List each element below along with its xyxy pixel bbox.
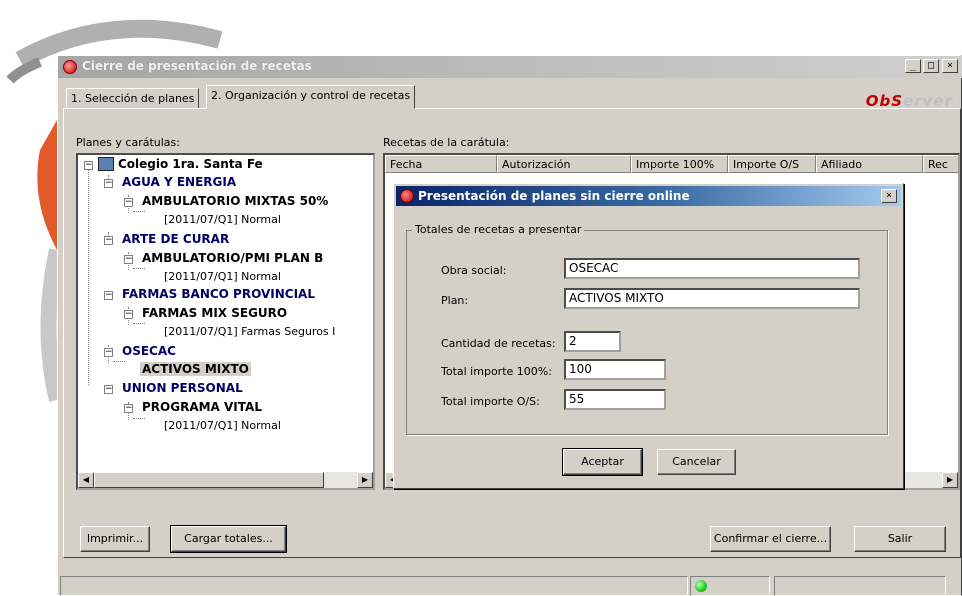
cancelar-button[interactable]: Cancelar	[657, 449, 736, 475]
salir-button[interactable]: Salir	[854, 526, 946, 552]
status-led-icon	[695, 580, 707, 592]
totalos-field[interactable]: 55	[564, 389, 666, 410]
tree-node-plan[interactable]: AMBULATORIO MIXTAS 50%	[142, 194, 328, 208]
computer-icon	[98, 157, 114, 171]
planes-label: Planes y carátulas:	[76, 136, 180, 149]
tree-node-obra-social[interactable]: FARMAS BANCO PROVINCIAL	[122, 287, 315, 301]
collapse-toggle[interactable]: −	[84, 161, 93, 170]
app-icon	[63, 60, 77, 74]
totalos-label: Total importe O/S:	[441, 395, 540, 408]
tree-node-plan[interactable]: FARMAS MIX SEGURO	[142, 306, 287, 320]
status-panel	[774, 576, 946, 596]
tree-node-plan-selected[interactable]: ACTIVOS MIXTO	[140, 362, 251, 376]
tree-node-caratula[interactable]: [2011/07/Q1] Normal	[164, 213, 281, 226]
tree-node-colegio[interactable]: Colegio 1ra. Santa Fe	[118, 157, 263, 171]
plan-field[interactable]: ACTIVOS MIXTO	[564, 288, 860, 309]
window-titlebar: Cierre de presentación de recetas _ □ ×	[58, 56, 962, 78]
tab-label: 2. Organización y control de recetas	[211, 89, 411, 102]
tree-node-caratula[interactable]: [2011/07/Q1] Normal	[164, 419, 281, 432]
column-header[interactable]: Importe O/S	[728, 155, 816, 173]
recetas-label: Recetas de la carátula:	[383, 136, 510, 149]
obra-social-field[interactable]: OSECAC	[564, 258, 860, 279]
cantidad-label: Cantidad de recetas:	[441, 337, 556, 350]
presentacion-dialog: Presentación de planes sin cierre online…	[393, 183, 904, 489]
tree-node-caratula[interactable]: [2011/07/Q1] Normal	[164, 270, 281, 283]
status-panel-led	[690, 576, 770, 596]
plan-label: Plan:	[441, 294, 469, 307]
column-header[interactable]: Fecha	[385, 155, 497, 173]
column-header[interactable]: Rec	[923, 155, 958, 173]
tree-node-obra-social[interactable]: AGUA Y ENERGIA	[122, 175, 236, 189]
column-header[interactable]: Importe 100%	[631, 155, 728, 173]
total100-field[interactable]: 100	[564, 359, 666, 380]
scroll-left-icon[interactable]: ◀	[78, 472, 94, 488]
dialog-close-button[interactable]: ×	[881, 189, 897, 203]
close-button[interactable]: ×	[942, 59, 958, 73]
planes-tree[interactable]: − Colegio 1ra. Santa Fe − AGUA Y ENERGIA…	[76, 153, 375, 490]
total100-label: Total importe 100%:	[441, 365, 552, 378]
tree-node-caratula[interactable]: [2011/07/Q1] Farmas Seguros I	[164, 325, 335, 338]
tree-node-obra-social[interactable]: UNION PERSONAL	[122, 381, 243, 395]
dialog-title: Presentación de planes sin cierre online	[418, 189, 690, 203]
imprimir-button[interactable]: Imprimir...	[80, 526, 150, 552]
tree-hscrollbar[interactable]: ◀ ▶	[78, 471, 373, 488]
collapse-toggle[interactable]: −	[124, 310, 133, 319]
dialog-titlebar: Presentación de planes sin cierre online…	[396, 186, 901, 206]
obra-social-label: Obra social:	[441, 264, 507, 277]
group-label: Totales de recetas a presentar	[412, 223, 585, 236]
confirmar-cierre-button[interactable]: Confirmar el cierre...	[710, 526, 831, 552]
tab-seleccion-planes[interactable]: 1. Selección de planes	[66, 88, 200, 109]
window-title: Cierre de presentación de recetas	[82, 59, 312, 73]
tree-node-plan[interactable]: AMBULATORIO/PMI PLAN B	[142, 251, 323, 265]
collapse-toggle[interactable]: −	[104, 291, 113, 300]
collapse-toggle[interactable]: −	[104, 385, 113, 394]
collapse-toggle[interactable]: −	[124, 404, 133, 413]
collapse-toggle[interactable]: −	[104, 179, 113, 188]
cargar-totales-button[interactable]: Cargar totales...	[170, 525, 287, 553]
tree-node-obra-social[interactable]: OSECAC	[122, 344, 176, 358]
collapse-toggle[interactable]: −	[124, 255, 133, 264]
tab-label: 1. Selección de planes	[71, 92, 195, 105]
collapse-toggle[interactable]: −	[104, 348, 113, 357]
minimize-button[interactable]: _	[905, 59, 921, 73]
collapse-toggle[interactable]: −	[124, 198, 133, 207]
status-panel	[60, 576, 688, 596]
tree-node-obra-social[interactable]: ARTE DE CURAR	[122, 232, 229, 246]
dialog-icon	[400, 189, 414, 203]
column-header[interactable]: Afiliado	[816, 155, 923, 173]
scroll-right-icon[interactable]: ▶	[942, 472, 958, 488]
maximize-button[interactable]: □	[923, 59, 939, 73]
cantidad-field[interactable]: 2	[564, 331, 621, 352]
column-header[interactable]: Autorización	[497, 155, 631, 173]
tree-node-plan[interactable]: PROGRAMA VITAL	[142, 400, 262, 414]
tab-organizacion-control[interactable]: 2. Organización y control de recetas	[206, 85, 416, 109]
scroll-thumb[interactable]	[94, 472, 324, 488]
collapse-toggle[interactable]: −	[104, 236, 113, 245]
aceptar-button[interactable]: Aceptar	[562, 448, 643, 476]
scroll-right-icon[interactable]: ▶	[357, 472, 373, 488]
